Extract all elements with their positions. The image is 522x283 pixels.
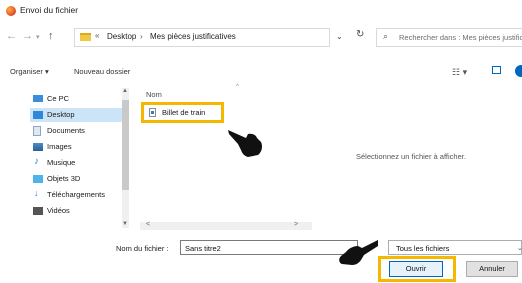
music-icon: ♪ xyxy=(34,156,39,167)
title-bar: Envoi du fichier xyxy=(0,0,522,22)
hand-pointer-icon xyxy=(228,130,262,157)
nav-item-documents[interactable]: Documents xyxy=(30,124,122,138)
nav-item-musique[interactable]: ♪ Musique xyxy=(30,156,122,170)
address-bar[interactable]: « Desktop › Mes pièces justificatives xyxy=(74,28,330,47)
chevron-down-icon: ⌄ xyxy=(517,245,522,252)
download-icon: ↓ xyxy=(34,188,39,198)
command-bar: Organiser ▾ Nouveau dossier ☷ ▾ xyxy=(0,62,522,82)
nav-label: Images xyxy=(47,142,72,151)
folder-icon xyxy=(80,33,91,41)
scroll-down-icon[interactable]: ▼ xyxy=(122,221,128,227)
search-placeholder: Rechercher dans : Mes pièces justificati… xyxy=(399,33,522,42)
new-folder-button[interactable]: Nouveau dossier xyxy=(74,67,130,76)
column-header-name[interactable]: Nom xyxy=(146,90,162,99)
file-name-field[interactable]: Sans titre2 xyxy=(180,240,358,255)
scroll-right-icon[interactable]: > xyxy=(294,221,298,228)
firefox-icon xyxy=(6,6,16,16)
open-button[interactable]: Ouvrir xyxy=(389,261,443,277)
nav-label: Ce PC xyxy=(47,94,70,103)
nav-item-images[interactable]: Images xyxy=(30,140,122,154)
cube-icon xyxy=(33,175,43,183)
sort-caret-icon: ^ xyxy=(236,84,239,90)
hand-pointer-icon xyxy=(339,240,378,265)
file-list-scrollbar[interactable] xyxy=(140,222,312,230)
search-input[interactable]: ⌕ Rechercher dans : Mes pièces justifica… xyxy=(376,28,522,47)
file-name-value: Sans titre2 xyxy=(185,244,221,253)
nav-item-desktop[interactable]: Desktop xyxy=(30,108,122,122)
search-icon: ⌕ xyxy=(383,31,389,41)
video-icon xyxy=(33,207,43,215)
cancel-button[interactable]: Annuler xyxy=(466,261,518,277)
address-dropdown-icon[interactable]: ⌄ xyxy=(336,32,343,41)
documents-icon xyxy=(33,126,41,136)
nav-label: Objets 3D xyxy=(47,174,81,183)
nav-item-telechargements[interactable]: ↓ Téléchargements xyxy=(30,188,122,202)
nav-label: Desktop xyxy=(47,110,75,119)
breadcrumb-separator: › xyxy=(140,32,143,41)
chevron-down-icon[interactable]: ▾ xyxy=(36,33,40,41)
nav-item-ce-pc[interactable]: Ce PC xyxy=(30,92,122,106)
refresh-icon[interactable]: ↻ xyxy=(356,29,364,40)
navigation-pane: Ce PC Desktop Documents Images ♪ Musique… xyxy=(30,86,130,236)
scroll-left-icon[interactable]: < xyxy=(146,221,150,228)
preview-pane-icon[interactable] xyxy=(492,66,501,74)
file-item-name[interactable]: Billet de train xyxy=(162,108,205,117)
file-type-value: Tous les fichiers xyxy=(396,244,450,253)
window-title: Envoi du fichier xyxy=(20,5,79,15)
nav-scrollbar-thumb[interactable] xyxy=(122,100,129,190)
file-name-label: Nom du fichier : xyxy=(116,244,169,253)
nav-label: Téléchargements xyxy=(47,190,105,199)
breadcrumb-desktop[interactable]: Desktop xyxy=(107,32,136,41)
view-options-icon[interactable]: ☷ ▾ xyxy=(452,67,467,78)
organize-menu[interactable]: Organiser ▾ xyxy=(10,67,49,76)
nav-label: Musique xyxy=(47,158,76,167)
nav-item-objets-3d[interactable]: Objets 3D xyxy=(30,172,122,186)
arrow-up-icon[interactable]: ↑ xyxy=(48,30,54,42)
help-icon[interactable] xyxy=(515,65,522,77)
nav-label: Vidéos xyxy=(47,206,70,215)
scroll-up-icon[interactable]: ▲ xyxy=(122,88,128,94)
preview-message: Sélectionnez un fichier à afficher. xyxy=(356,152,466,161)
file-type-select[interactable]: Tous les fichiers ⌄ xyxy=(388,240,522,255)
document-icon xyxy=(149,108,156,117)
nav-label: Documents xyxy=(47,126,85,135)
address-row: ← → ▾ ↑ « Desktop › Mes pièces justifica… xyxy=(0,24,522,48)
desktop-icon xyxy=(33,111,43,119)
images-icon xyxy=(33,143,43,151)
breadcrumb-current[interactable]: Mes pièces justificatives xyxy=(150,32,236,41)
arrow-right-icon[interactable]: → xyxy=(22,30,33,42)
breadcrumb-overflow[interactable]: « xyxy=(95,31,99,40)
nav-item-videos[interactable]: Vidéos xyxy=(30,204,122,218)
arrow-left-icon[interactable]: ← xyxy=(6,30,17,42)
computer-icon xyxy=(33,95,43,102)
